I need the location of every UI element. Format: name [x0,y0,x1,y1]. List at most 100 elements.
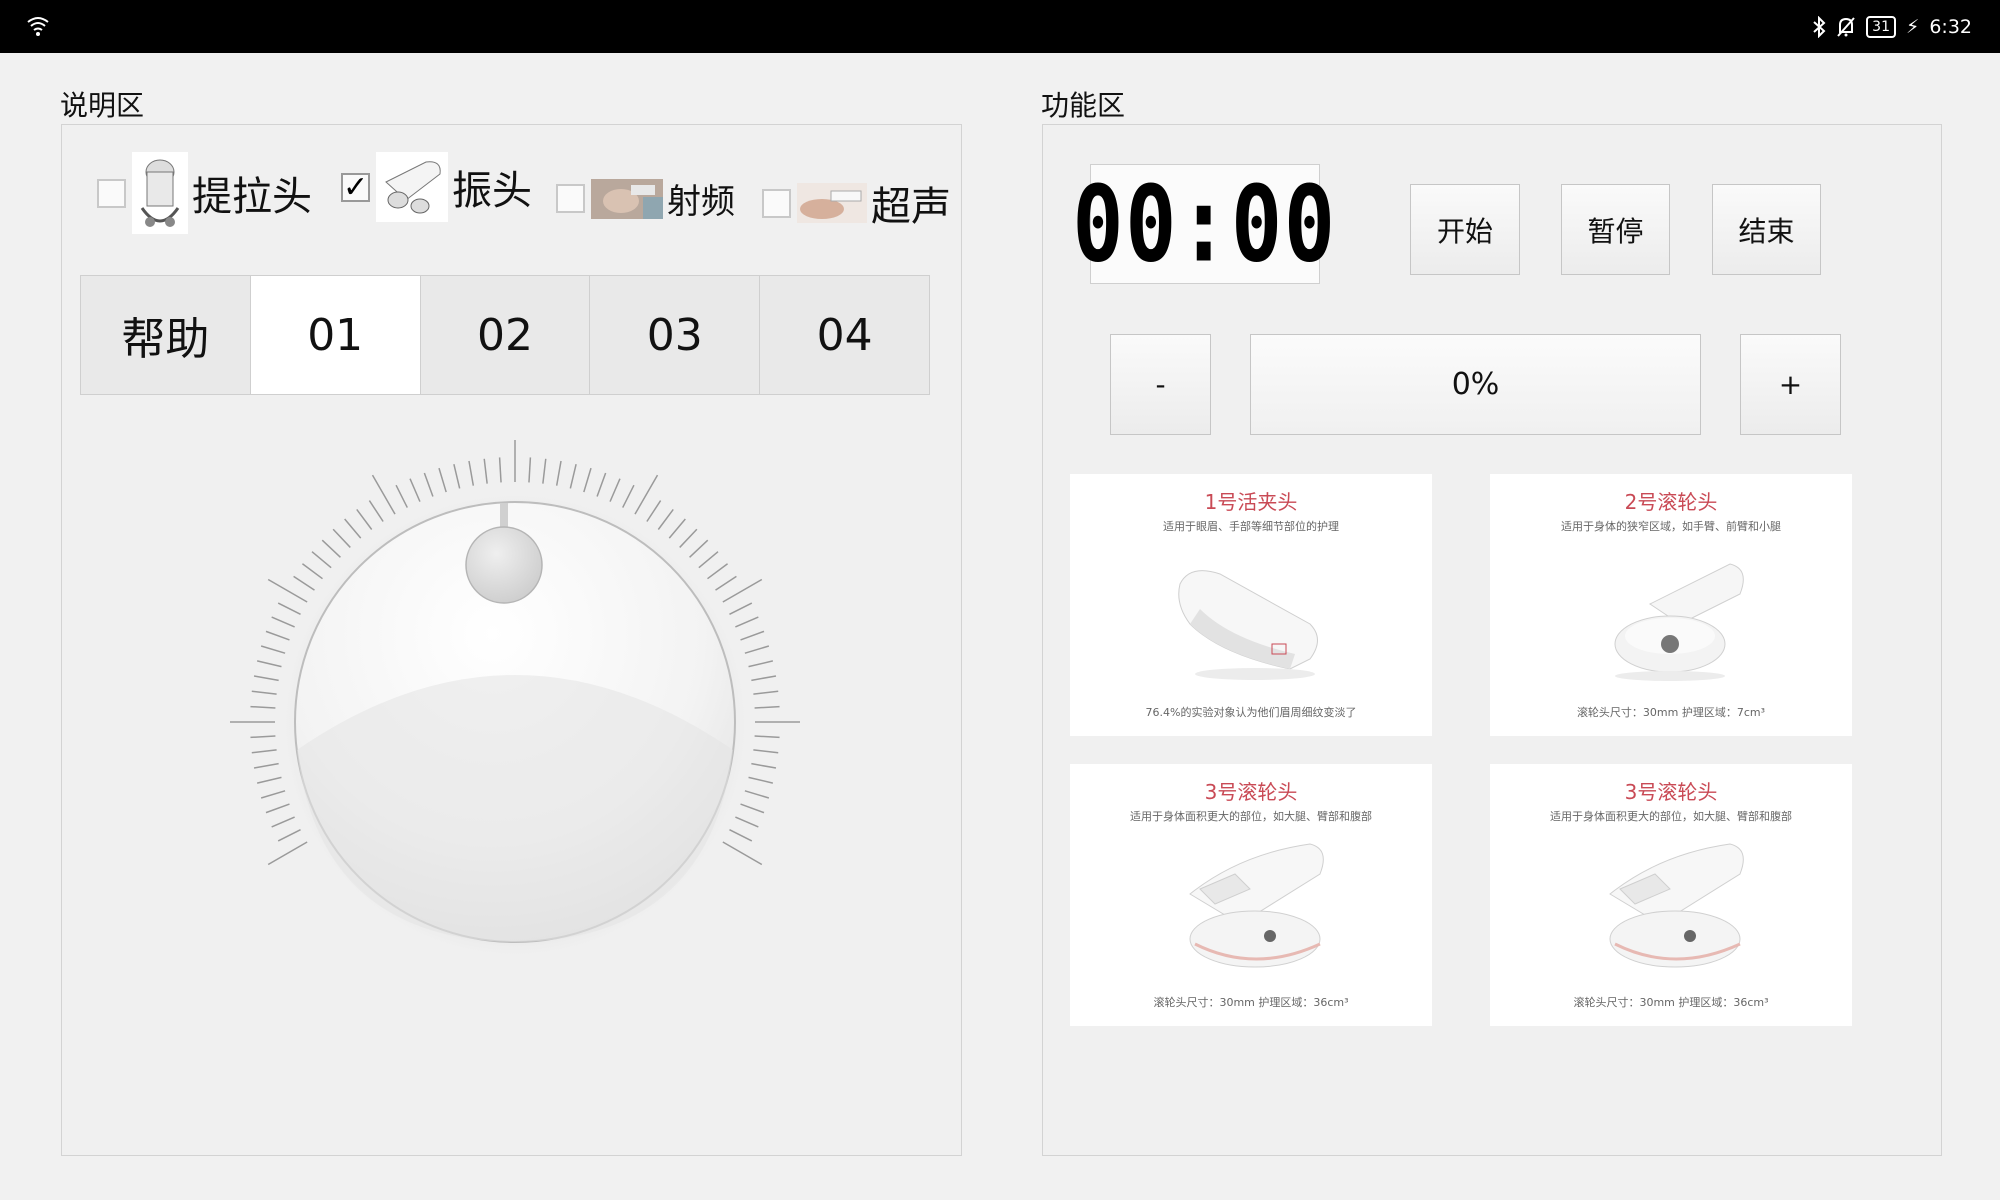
dial-tick [368,500,384,522]
dial-tick [646,500,662,522]
dial-tick [751,762,777,769]
dial-tick [609,478,621,502]
card-footer: 滚轮头尺寸：30mm 护理区域：36cm³ [1573,996,1769,1009]
checkbox-vibration-head[interactable]: ✓ [341,170,370,205]
dial-tick [679,528,698,548]
dial-tick [277,829,301,842]
dial-tick [740,630,765,641]
dial-tick [542,458,547,484]
option-lifting-head-label: 提拉头 [192,174,312,220]
dial-tick [260,790,286,799]
clock: 6:32 [1929,15,1972,38]
instructions-section-title: 说明区 [60,89,145,122]
tab-03[interactable]: 03 [590,276,761,394]
dial-tick [253,675,279,682]
card-title: 3号滚轮头 [1204,780,1298,804]
timer-display: 00:00 [1073,163,1336,286]
roller-head-3-device-image [1189,843,1324,968]
head-card-3[interactable]: 3号滚轮头 适用于身体面积更大的部位，如大腿、臂部和腹部 滚轮头尺寸：30mm … [1070,764,1432,1026]
dial-tick [423,472,434,497]
dial-tick [751,675,777,682]
dial-tick [356,508,373,530]
ultrasound-icon [797,183,867,223]
tab-04[interactable]: 04 [760,276,929,394]
head-card-4[interactable]: 3号滚轮头 适用于身体面积更大的部位，如大腿、臂部和腹部 滚轮头尺寸：30mm … [1490,764,1852,1026]
card-subtitle: 适用于身体面积更大的部位，如大腿、臂部和腹部 [1130,810,1372,823]
dial-tick [271,616,295,628]
dial-tick [729,829,753,842]
dial-tick [569,463,577,489]
dial-tick [251,749,277,754]
start-button[interactable]: 开始 [1410,184,1520,275]
dial-tick [668,518,686,539]
status-bar: 31 ⚡ 6:32 [0,0,2000,53]
dial-tick [265,803,290,814]
checkbox-lifting-head[interactable] [97,178,126,208]
card-footer: 滚轮头尺寸：30mm 护理区域：36cm³ [1153,996,1349,1009]
dial-tick [689,539,709,558]
option-ultrasound[interactable]: 超声 [762,174,951,232]
dial-tick [729,602,753,615]
dial-tick [634,474,659,515]
intensity-display: 0% [1250,334,1701,435]
card-subtitle: 适用于眼眉、手部等细节部位的护理 [1163,520,1339,533]
dial-tick [722,841,763,866]
pause-button[interactable]: 暂停 [1561,184,1670,275]
option-ultrasound-label: 超声 [871,184,951,230]
option-radio-frequency[interactable]: 射频 [556,174,735,223]
dial-tick [311,551,332,569]
dial-tick [735,616,759,628]
dial-tick [271,816,295,828]
stop-button[interactable]: 结束 [1712,184,1821,275]
option-vibration-head-label: 振头 [452,168,532,214]
dial-tick [715,575,737,591]
status-right: 31 ⚡ 6:32 [1812,0,1972,53]
checkbox-radio-frequency[interactable] [556,184,585,213]
tab-help[interactable]: 帮助 [81,276,251,394]
dial-tick [744,645,770,654]
dial-tick [596,472,607,497]
dial-tick [277,602,301,615]
head-card-1[interactable]: 1号活夹头 适用于眼眉、手部等细节部位的护理 76.4%的实验对象认为他们眉周细… [1070,474,1432,736]
intensity-dial[interactable] [230,440,800,980]
dial-tick [438,467,447,493]
dial-tick [753,690,779,695]
dial-tick [301,563,323,580]
tab-01[interactable]: 01 [250,276,421,394]
clip-head-device-image [1178,570,1318,680]
dial-tick [251,690,277,695]
dial-tick [748,660,774,668]
lifting-head-icon [132,152,188,234]
dial-tick [395,484,408,508]
dial-tick [267,578,308,603]
charging-icon: ⚡ [1905,15,1920,38]
card-footer: 滚轮头尺寸：30mm 护理区域：7cm³ [1576,706,1766,719]
dial-tick [754,705,780,709]
option-lifting-head[interactable]: 提拉头 [97,152,312,234]
increase-button[interactable]: + [1740,334,1841,435]
dial-tick [344,518,362,539]
vibration-head-icon [376,152,448,222]
checkbox-ultrasound[interactable] [762,188,791,218]
dial-tick [265,630,290,641]
tab-02[interactable]: 02 [420,276,591,394]
roller-head-2-device-image [1614,563,1744,681]
bluetooth-icon [1813,15,1826,38]
dial-tick [583,467,592,493]
radio-frequency-icon [591,178,663,219]
dial-tick [293,575,315,591]
decrease-button[interactable]: - [1110,334,1211,435]
tab-bar: 帮助 01 02 03 04 [80,275,930,395]
roller-head-3-device-image [1609,843,1744,968]
option-radio-frequency-label: 射频 [667,182,735,222]
card-title: 1号活夹头 [1204,490,1298,514]
card-subtitle: 适用于身体面积更大的部位，如大腿、臂部和腹部 [1550,810,1792,823]
dial-tick [321,539,341,558]
battery-icon: 31 [1866,15,1896,38]
dial-tick [267,841,308,866]
head-card-2[interactable]: 2号滚轮头 适用于身体的狭窄区域，如手臂、前臂和小腿 滚轮头尺寸：30mm 护理… [1490,474,1852,736]
option-vibration-head[interactable]: ✓ 振头 [341,152,532,222]
dial-tick [332,528,351,548]
card-footer: 76.4%的实验对象认为他们眉周细纹变淡了 [1145,706,1357,719]
dial-tick [483,458,488,484]
